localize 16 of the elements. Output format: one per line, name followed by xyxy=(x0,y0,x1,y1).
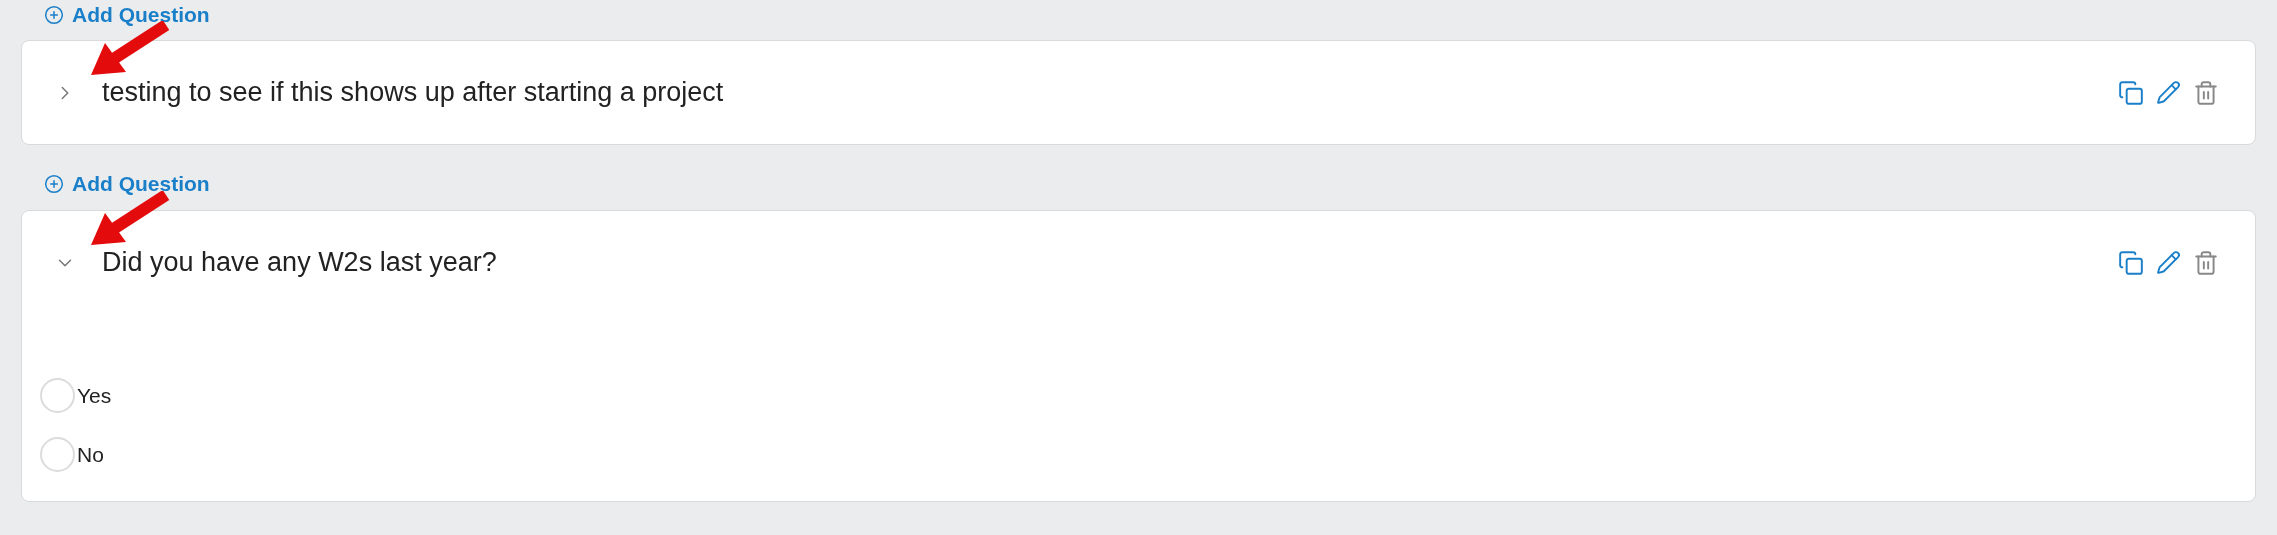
copy-icon[interactable] xyxy=(2118,249,2144,276)
plus-circle-icon xyxy=(44,174,64,194)
option-label: Yes xyxy=(77,382,112,409)
add-question-link[interactable]: Add Question xyxy=(44,169,210,199)
edit-icon[interactable] xyxy=(2156,250,2181,275)
delete-icon[interactable] xyxy=(2193,79,2219,106)
delete-icon[interactable] xyxy=(2193,249,2219,276)
edit-icon[interactable] xyxy=(2156,80,2181,105)
copy-icon[interactable] xyxy=(2118,79,2144,106)
radio-button[interactable] xyxy=(40,437,75,472)
radio-button[interactable] xyxy=(40,378,75,413)
question-title: testing to see if this shows up after starting a project xyxy=(102,76,724,110)
add-question-link[interactable]: Add Question xyxy=(44,0,210,30)
question-title: Did you have any W2s last year? xyxy=(102,246,497,280)
option-label: No xyxy=(77,441,104,468)
plus-circle-icon xyxy=(44,5,64,25)
